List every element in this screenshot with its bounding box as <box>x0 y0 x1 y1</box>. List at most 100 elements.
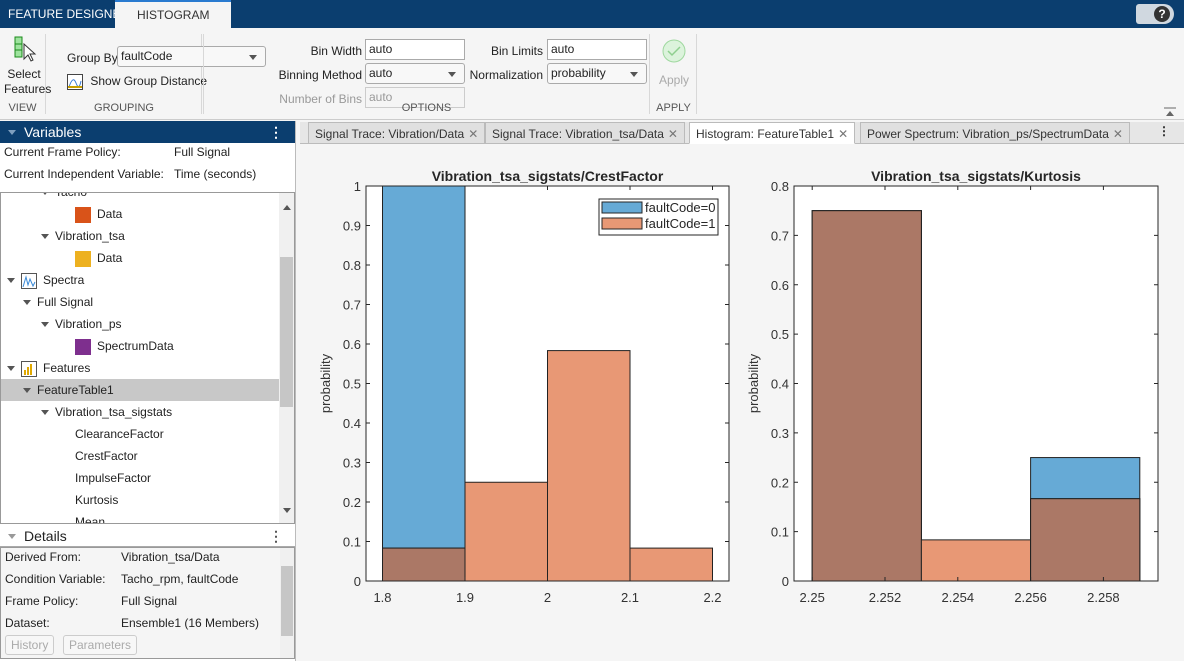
collapse-toolstrip-icon[interactable] <box>1164 106 1176 116</box>
tree-item[interactable]: Data <box>1 247 279 269</box>
expand-caret-icon[interactable] <box>23 299 31 309</box>
tree-item[interactable]: Vibration_ps <box>1 313 279 335</box>
tree-item[interactable]: Vibration_tsa_sigstats <box>1 401 279 423</box>
y-tick-label: 1 <box>354 179 361 194</box>
y-tick-label: 0.4 <box>771 377 789 392</box>
tree-item[interactable]: Vibration_tsa <box>1 225 279 247</box>
expand-caret-icon[interactable] <box>7 277 15 287</box>
expand-caret-icon[interactable] <box>7 365 15 375</box>
x-tick-label: 2.252 <box>869 590 902 605</box>
apply-section: Apply APPLY <box>651 34 697 114</box>
y-axis-label: probability <box>318 353 333 413</box>
close-icon[interactable]: ✕ <box>838 127 848 141</box>
details-value: Tacho_rpm, faultCode <box>121 572 239 586</box>
tree-scrollbar[interactable] <box>279 193 294 523</box>
expand-caret-icon[interactable] <box>23 387 31 397</box>
tree-item[interactable]: FeatureTable1 <box>1 379 279 401</box>
tree-item[interactable]: Spectra <box>1 269 279 291</box>
variables-header[interactable]: Variables ⋮ <box>0 121 295 143</box>
x-tick-label: 2.2 <box>703 590 721 605</box>
legend-label: faultCode=0 <box>645 200 715 215</box>
tree-item-label: Spectra <box>43 273 85 287</box>
expand-caret-icon[interactable] <box>41 321 49 331</box>
close-icon[interactable]: ✕ <box>1113 127 1123 141</box>
help-icon: ? <box>1154 6 1170 22</box>
binning-method-label: Binning Method <box>278 68 362 82</box>
apply-button[interactable]: Apply <box>655 38 693 87</box>
tree-item[interactable]: Data <box>1 203 279 225</box>
binning-method-dropdown[interactable]: auto <box>365 63 465 84</box>
close-icon[interactable]: ✕ <box>668 127 678 141</box>
y-tick-label: 0.9 <box>343 219 361 234</box>
indep-var-label: Current Independent Variable: <box>4 167 164 181</box>
tree-item[interactable]: ClearanceFactor <box>1 423 279 445</box>
select-features-button[interactable]: Select Features <box>4 34 52 98</box>
doc-tab-label: Power Spectrum: Vibration_ps/SpectrumDat… <box>867 127 1109 141</box>
details-scrollbar[interactable] <box>280 548 294 658</box>
y-tick-label: 0.3 <box>771 426 789 441</box>
doc-tab-signal-trace-vibration[interactable]: Signal Trace: Vibration/Data ✕ <box>308 122 486 144</box>
normalization-dropdown[interactable]: probability <box>547 63 647 84</box>
bar-faultcode-1 <box>629 547 713 582</box>
x-tick-label: 2.25 <box>800 590 825 605</box>
expand-caret-icon[interactable] <box>41 233 49 243</box>
details-header[interactable]: Details ⋮ <box>0 525 295 547</box>
tree-item[interactable]: CrestFactor <box>1 445 279 467</box>
details-menu-icon[interactable]: ⋮ <box>269 525 283 547</box>
tree-item-label: Kurtosis <box>75 493 119 507</box>
bar-faultcode-1 <box>547 350 631 582</box>
bin-limits-input[interactable]: auto <box>547 39 647 60</box>
tree-item[interactable]: SpectrumData <box>1 335 279 357</box>
history-button[interactable]: History <box>5 635 55 655</box>
help-button[interactable]: ? <box>1136 4 1174 24</box>
grouping-section-label: GROUPING <box>94 102 154 114</box>
details-value: Full Signal <box>121 594 178 608</box>
y-tick-label: 0.5 <box>343 377 361 392</box>
tab-histogram[interactable]: HISTOGRAM <box>115 0 232 28</box>
show-group-distance-label: Show Group Distance <box>90 74 208 89</box>
apply-check-icon <box>662 39 686 63</box>
scroll-up-icon[interactable] <box>283 201 291 210</box>
tree-item-label: SpectrumData <box>97 339 174 353</box>
collapse-icon <box>8 534 16 543</box>
tabs-menu-icon[interactable]: ⋮ <box>1158 124 1170 138</box>
tree-item-label: Vibration_ps <box>55 317 122 331</box>
scroll-down-icon[interactable] <box>283 508 291 517</box>
tree-item[interactable]: Tacho <box>1 193 279 203</box>
legend-label: faultCode=1 <box>645 216 715 231</box>
tree-item[interactable]: Full Signal <box>1 291 279 313</box>
y-tick-label: 0.7 <box>771 228 789 243</box>
y-tick-label: 0.4 <box>343 416 361 431</box>
show-group-distance-button[interactable]: Show Group Distance <box>67 74 207 92</box>
doc-tab-histogram[interactable]: Histogram: FeatureTable1 ✕ <box>689 122 856 144</box>
tree-scroll-thumb[interactable] <box>280 257 293 407</box>
details-label: Condition Variable: <box>5 572 106 586</box>
doc-tab-label: Histogram: FeatureTable1 <box>696 127 835 141</box>
details-label: Frame Policy: <box>5 594 79 608</box>
chart-title: Vibration_tsa_sigstats/CrestFactor <box>432 168 664 184</box>
tree-item[interactable]: Mean <box>1 511 279 523</box>
bar-overlap <box>382 547 466 582</box>
close-icon[interactable]: ✕ <box>468 127 478 141</box>
doc-tab-label: Signal Trace: Vibration_tsa/Data <box>492 127 664 141</box>
parameters-button[interactable]: Parameters <box>63 635 138 655</box>
tree-item[interactable]: ImpulseFactor <box>1 467 279 489</box>
document-tabs: Signal Trace: Vibration/Data ✕ Signal Tra… <box>300 122 1184 144</box>
variables-menu-icon[interactable]: ⋮ <box>269 121 283 143</box>
details-scroll-thumb[interactable] <box>281 566 293 636</box>
expand-caret-icon[interactable] <box>41 409 49 419</box>
select-features-label: Select Features <box>4 67 52 96</box>
bin-width-input[interactable]: auto <box>365 39 465 60</box>
doc-tab-signal-trace-vibration-tsa[interactable]: Signal Trace: Vibration_tsa/Data ✕ <box>485 122 685 144</box>
select-features-icon <box>14 36 37 62</box>
tree-item[interactable]: Kurtosis <box>1 489 279 511</box>
x-tick-label: 2.254 <box>942 590 975 605</box>
frame-policy-label: Current Frame Policy: <box>4 145 121 159</box>
expand-caret-icon[interactable] <box>41 193 49 199</box>
tree-item[interactable]: Features <box>1 357 279 379</box>
options-section-label: OPTIONS <box>401 102 452 114</box>
histogram-figure: 1.8 1.9 2 2.1 2.2 0 0.1 0.2 0.3 0.4 0.5 0.6 0.7 0.8 0.… <box>300 145 1184 658</box>
collapse-icon <box>8 130 16 139</box>
doc-tab-power-spectrum[interactable]: Power Spectrum: Vibration_ps/SpectrumDat… <box>860 122 1130 144</box>
y-tick-label: 0.1 <box>771 525 789 540</box>
